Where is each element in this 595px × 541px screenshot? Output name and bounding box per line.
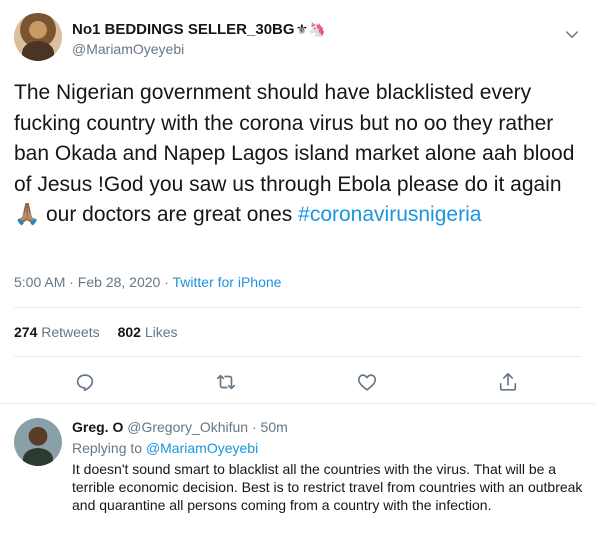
reply-avatar[interactable] [14,418,62,466]
reply-author-handle[interactable]: @Gregory_Okhifun [127,419,248,435]
author-avatar[interactable] [14,13,62,61]
author-handle[interactable]: @MariamOyeyebi [72,41,184,57]
share-icon[interactable] [497,371,519,393]
reply-time[interactable]: 50m [261,419,288,435]
divider [14,307,581,308]
divider [14,356,581,357]
reply-author-name[interactable]: Greg. O [72,419,123,435]
retweets-count: 274 [14,324,38,340]
main-tweet: No1 BEDDINGS SELLER_30BG⚜🦄 @MariamOyeyeb… [0,0,595,404]
author-name[interactable]: No1 BEDDINGS SELLER_30BG⚜🦄 [72,21,326,38]
likes-label: Likes [144,324,178,340]
reply-tweet[interactable]: Greg. O @Gregory_Okhifun · 50m Replying … [0,405,595,541]
tweet-source[interactable]: Twitter for iPhone [173,274,282,290]
reply-text: It doesn't sound smart to blacklist all … [72,461,583,513]
author-name-emoji: ⚜🦄 [295,21,326,37]
likes-count: 802 [117,324,141,340]
tweet-time[interactable]: 5:00 AM · Feb 28, 2020 · [14,274,173,290]
tweet-timestamp: 5:00 AM · Feb 28, 2020 · Twitter for iPh… [14,274,281,290]
likes-stat[interactable]: 802 Likes [118,324,178,340]
reply-header: Greg. O @Gregory_Okhifun · 50m [72,419,288,435]
heart-icon[interactable] [356,371,378,393]
author-name-text[interactable]: No1 BEDDINGS SELLER_30BG [72,21,295,38]
replying-mention[interactable]: @MariamOyeyebi [146,440,258,456]
reply-separator: · [248,419,261,435]
retweets-stat[interactable]: 274 Retweets [14,324,100,340]
reply-icon[interactable] [74,371,96,393]
replying-prefix: Replying to [72,440,146,456]
chevron-down-icon[interactable] [563,26,581,44]
replying-to: Replying to @MariamOyeyebi [72,440,258,456]
retweet-icon[interactable] [215,371,237,393]
tweet-body: The Nigerian government should have blac… [14,81,575,226]
tweet-stats: 274 Retweets 802 Likes [14,324,178,340]
hashtag-link[interactable]: #coronavirusnigeria [298,203,481,226]
retweets-label: Retweets [41,324,100,340]
tweet-text: The Nigerian government should have blac… [14,78,584,231]
